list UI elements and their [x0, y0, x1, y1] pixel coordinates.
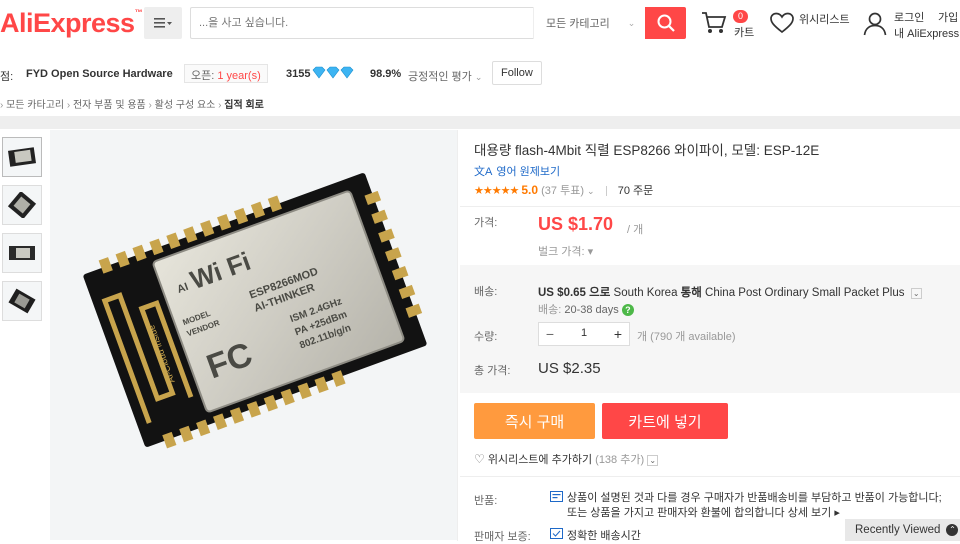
quantity-stepper: − 1 + — [538, 322, 630, 346]
category-menu-button[interactable] — [144, 7, 182, 39]
thumbnail-2[interactable] — [2, 185, 42, 225]
join-link[interactable]: 가입 — [938, 9, 958, 25]
product-price: US $1.70 — [538, 214, 614, 234]
recently-viewed-tab[interactable]: Recently Viewed ⌃ — [845, 519, 960, 541]
shipping-dropdown-button[interactable]: ⌄ — [910, 288, 922, 299]
heart-plus-icon: ♡ — [474, 452, 485, 466]
orders-count: 70 주문 — [617, 185, 654, 197]
positive-rate: 98.9% — [370, 68, 402, 80]
return-label: 반품: — [474, 495, 498, 507]
available-stock: 개 (790 개 available) — [637, 331, 736, 343]
price-label: 가격: — [474, 217, 498, 229]
follow-button[interactable]: Follow — [492, 61, 542, 85]
divider-strip — [0, 116, 960, 129]
cart-icon — [702, 12, 727, 33]
heart-icon — [770, 12, 794, 34]
breadcrumb-item[interactable]: 활성 구성 요소 — [155, 100, 216, 111]
esp8266-module-image: Wi Fi AI ESP8266MOD AI-THINKER MODEL VEN… — [83, 173, 427, 449]
add-to-wishlist-link[interactable]: ♡ 위시리스트에 추가하기 (138 추가) ⌄ — [474, 451, 659, 467]
translate-icon: 文A — [474, 166, 493, 178]
site-header: AliExpress™ 모든 카테고리 ⌄ 0 카트 위시리스트 — [0, 0, 960, 52]
login-link[interactable]: 로그인 — [894, 9, 924, 25]
positive-feedback-dropdown[interactable]: 긍정적인 평가 ⌄ — [408, 68, 482, 84]
return-policy-icon — [550, 491, 563, 505]
aliexpress-logo[interactable]: AliExpress™ — [0, 8, 143, 39]
user-icon — [863, 12, 887, 36]
star-rating-icon: ★★★★★ — [474, 185, 519, 197]
chevron-down-icon: ⌄ — [587, 186, 595, 196]
delivery-days: 배송: 20-38 days ? — [538, 301, 634, 317]
store-bar: 점: FYD Open Source Hardware 오픈: 1 year(s… — [0, 59, 960, 89]
quantity-input[interactable]: 1 — [561, 327, 607, 339]
guarantee-label: 판매자 보증: — [474, 531, 531, 543]
chevron-down-icon: ⌄ — [474, 72, 483, 82]
store-name[interactable]: FYD Open Source Hardware — [26, 68, 173, 80]
product-title: 대용량 flash-4Mbit 직렬 ESP8266 와이파이, 모델: ESP… — [474, 143, 820, 158]
account-link[interactable] — [862, 11, 888, 40]
search-button[interactable] — [645, 7, 686, 39]
thumbnail-1[interactable] — [2, 137, 42, 177]
quantity-label: 수량: — [474, 331, 498, 343]
search-icon — [657, 14, 675, 32]
return-details-link[interactable]: 상세 보기 ▸ — [788, 507, 840, 519]
thumbnail-3[interactable] — [2, 233, 42, 273]
breadcrumb-item[interactable]: 모든 카타고리 — [6, 100, 64, 111]
store-open-badge: 오픈: 1 year(s) — [184, 64, 268, 83]
divider — [460, 476, 960, 477]
shipping-label: 배송: — [474, 286, 498, 298]
breadcrumb: › 모든 카타고리 › 전자 부품 및 용품 › 활성 구성 요소 › 집적 회… — [0, 100, 264, 111]
divider — [460, 206, 960, 207]
thumbnail-4[interactable] — [2, 281, 42, 321]
breadcrumb-current: 집적 회로 — [224, 100, 264, 111]
search-input[interactable] — [199, 14, 529, 32]
votes-dropdown[interactable]: (37 투표) ⌄ — [541, 185, 594, 197]
breadcrumb-item[interactable]: 전자 부품 및 용품 — [73, 100, 146, 111]
store-label: 점: — [0, 71, 14, 83]
product-main-image[interactable]: Wi Fi AI ESP8266MOD AI-THINKER MODEL VEN… — [50, 130, 457, 540]
chevron-down-icon: ⌄ — [627, 17, 636, 28]
rating-score: 5.0 — [521, 183, 539, 197]
total-price: US $2.35 — [538, 360, 601, 377]
thumbnail-list — [2, 137, 44, 329]
bulk-price-dropdown[interactable]: 벌크 가격: ▾ — [538, 243, 593, 259]
chevron-down-icon: ⌄ — [647, 455, 659, 466]
shipping-info: US $0.65 으로 South Korea 통해 China Post Or… — [538, 284, 922, 300]
chevron-up-icon: ⌃ — [946, 524, 959, 536]
total-label: 총 가격: — [474, 365, 511, 377]
my-aliexpress-link[interactable]: 내 AliExpress — [894, 25, 959, 41]
cart-label[interactable]: 카트 — [734, 24, 754, 40]
price-unit: / 개 — [627, 224, 644, 236]
quantity-decrease-button[interactable]: − — [541, 325, 559, 343]
search-category-select[interactable]: 모든 카테고리 ⌄ — [533, 7, 645, 39]
guarantee-icon — [550, 528, 563, 542]
rating-row: ★★★★★ 5.0 (37 투표) ⌄ 70 주문 — [474, 182, 653, 198]
cart-count-badge: 0 — [733, 10, 749, 23]
return-policy-text: 상품이 설명된 것과 다를 경우 구매자가 반품배송비를 부담하고 반품이 가능… — [567, 492, 942, 519]
diamond-icons — [312, 66, 354, 82]
store-feedback-score: 3155 — [286, 68, 311, 80]
wishlist-link[interactable] — [769, 11, 795, 38]
translate-link[interactable]: 文A 영어 원제보기 — [474, 163, 560, 179]
divider-vertical — [457, 130, 458, 541]
quantity-increase-button[interactable]: + — [609, 325, 627, 343]
buy-now-button[interactable]: 즉시 구매 — [474, 403, 595, 439]
help-icon[interactable]: ? — [621, 304, 634, 317]
menu-icon — [154, 18, 172, 28]
wishlist-label[interactable]: 위시리스트 — [799, 11, 850, 27]
add-to-cart-button[interactable]: 카트에 넣기 — [602, 403, 728, 439]
